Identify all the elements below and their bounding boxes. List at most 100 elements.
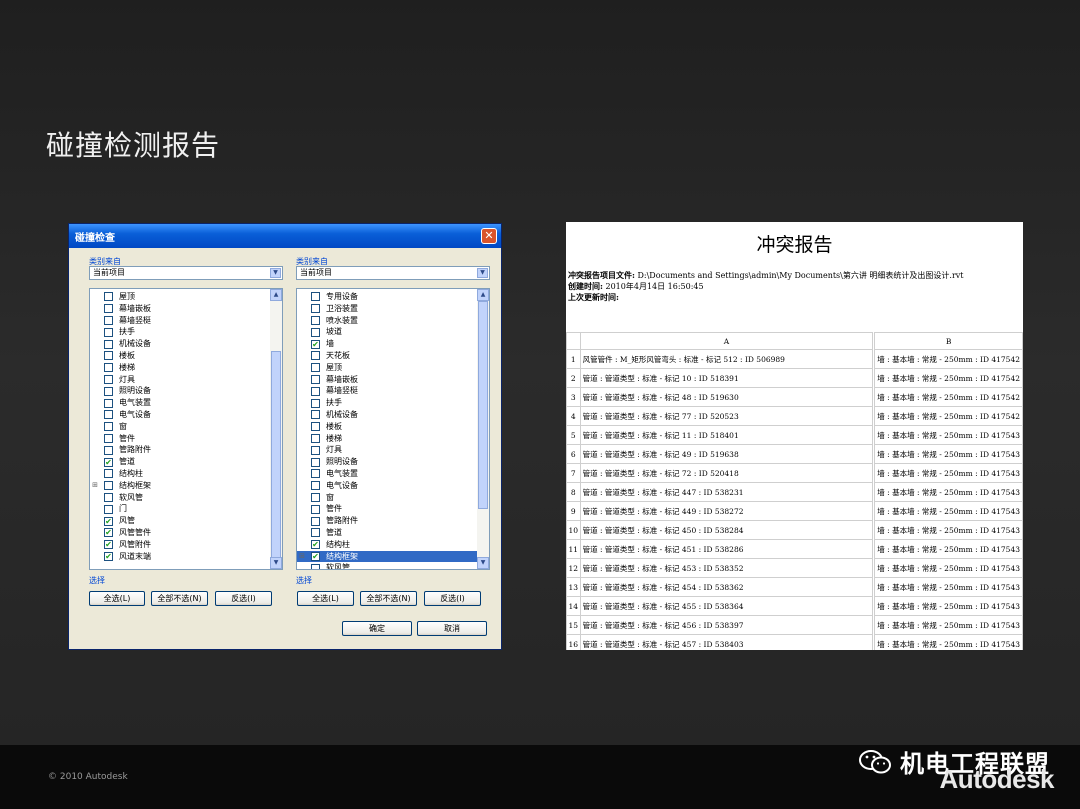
- checkbox[interactable]: [104, 422, 113, 432]
- list-item[interactable]: 管件: [90, 433, 270, 445]
- list-item[interactable]: 电气装置: [90, 397, 270, 409]
- list-item[interactable]: 管路附件: [90, 444, 270, 456]
- list-item[interactable]: 照明设备: [90, 385, 270, 397]
- checkbox[interactable]: [311, 528, 320, 538]
- list-item[interactable]: 机械设备: [90, 338, 270, 350]
- checkbox[interactable]: [311, 492, 320, 502]
- list-item[interactable]: 机械设备: [297, 409, 477, 421]
- list-item[interactable]: 电气设备: [297, 480, 477, 492]
- checkbox[interactable]: [311, 351, 320, 361]
- list-item[interactable]: 幕墙嵌板: [90, 303, 270, 315]
- checkbox[interactable]: ✔: [104, 528, 113, 538]
- checkbox[interactable]: [311, 457, 320, 467]
- list-item[interactable]: 喷水装置: [297, 315, 477, 327]
- checkbox[interactable]: [311, 469, 320, 479]
- ok-button[interactable]: 确定: [342, 621, 412, 636]
- chevron-down-icon[interactable]: ▼: [477, 268, 488, 278]
- checkbox[interactable]: [311, 363, 320, 373]
- list-item[interactable]: 灯具: [90, 374, 270, 386]
- left-select-all-button[interactable]: 全选(L): [89, 591, 145, 606]
- list-item[interactable]: 楼板: [90, 350, 270, 362]
- checkbox[interactable]: [311, 445, 320, 455]
- checkbox[interactable]: ✔: [104, 551, 113, 561]
- checkbox[interactable]: [311, 433, 320, 443]
- scroll-thumb[interactable]: [478, 301, 488, 509]
- checkbox[interactable]: ✔: [104, 540, 113, 550]
- list-item[interactable]: 屋顶: [90, 291, 270, 303]
- checkbox[interactable]: [104, 351, 113, 361]
- list-item[interactable]: 管路附件: [297, 515, 477, 527]
- scroll-down-icon[interactable]: ▼: [270, 557, 282, 569]
- checkbox[interactable]: ✔: [311, 551, 320, 561]
- list-item[interactable]: 幕墙竖梃: [297, 385, 477, 397]
- list-item[interactable]: 天花板: [297, 350, 477, 362]
- checkbox[interactable]: [311, 481, 320, 491]
- checkbox[interactable]: [104, 445, 113, 455]
- cancel-button[interactable]: 取消: [417, 621, 487, 636]
- close-icon[interactable]: ✕: [481, 228, 497, 244]
- scroll-thumb[interactable]: [271, 351, 281, 559]
- checkbox[interactable]: [104, 410, 113, 420]
- list-item[interactable]: 照明设备: [297, 456, 477, 468]
- left-invert-button[interactable]: 反选(I): [215, 591, 272, 606]
- list-item[interactable]: ✔ 墙: [297, 338, 477, 350]
- list-item[interactable]: 楼板: [297, 421, 477, 433]
- checkbox[interactable]: [311, 327, 320, 337]
- list-item[interactable]: 楼梯: [297, 433, 477, 445]
- list-item[interactable]: 幕墙嵌板: [297, 374, 477, 386]
- list-item[interactable]: 幕墙竖梃: [90, 315, 270, 327]
- expand-icon[interactable]: ⊞: [297, 551, 307, 563]
- checkbox[interactable]: [104, 339, 113, 349]
- checkbox[interactable]: [311, 292, 320, 302]
- checkbox[interactable]: [311, 504, 320, 514]
- checkbox[interactable]: [104, 304, 113, 314]
- checkbox[interactable]: [104, 504, 113, 514]
- checkbox[interactable]: [104, 315, 113, 325]
- list-item[interactable]: 扶手: [90, 326, 270, 338]
- chevron-down-icon[interactable]: ▼: [270, 268, 281, 278]
- right-select-none-button[interactable]: 全部不选(N): [360, 591, 417, 606]
- left-category-list[interactable]: 屋顶 幕墙嵌板 幕墙竖梃 扶手 机械设备 楼板 楼梯 灯具 照明设备 电气装置 电气设备窗管件 管路附…: [89, 288, 283, 570]
- right-invert-button[interactable]: 反选(I): [424, 591, 481, 606]
- checkbox[interactable]: [104, 433, 113, 443]
- list-item[interactable]: ⊞ ✔ 结构框架: [297, 550, 477, 563]
- list-item[interactable]: ✔ 风管: [90, 515, 270, 527]
- dialog-titlebar[interactable]: 碰撞检查 ✕: [69, 224, 501, 248]
- list-item[interactable]: 管道: [297, 527, 477, 539]
- list-item[interactable]: 专用设备: [297, 291, 477, 303]
- list-item[interactable]: 扶手: [297, 397, 477, 409]
- list-item[interactable]: ✔ 风管管件: [90, 527, 270, 539]
- checkbox[interactable]: [311, 563, 320, 569]
- list-item[interactable]: 门: [90, 503, 270, 515]
- checkbox[interactable]: [104, 398, 113, 408]
- list-item[interactable]: ✔ 管道: [90, 456, 270, 468]
- list-item[interactable]: ✔ 风管附件: [90, 539, 270, 551]
- list-item[interactable]: 软风管: [297, 562, 477, 569]
- checkbox[interactable]: [104, 492, 113, 502]
- list-item[interactable]: ✔ 风道末端: [90, 551, 270, 563]
- checkbox[interactable]: [311, 374, 320, 384]
- list-item[interactable]: ✔ 结构柱: [297, 539, 477, 551]
- checkbox[interactable]: [311, 315, 320, 325]
- checkbox[interactable]: [104, 363, 113, 373]
- checkbox[interactable]: [311, 410, 320, 420]
- list-item[interactable]: 电气装置: [297, 468, 477, 480]
- checkbox[interactable]: ✔: [311, 339, 320, 349]
- checkbox[interactable]: [104, 327, 113, 337]
- right-category-list[interactable]: 专用设备 卫浴装置 喷水装置 坡道 ✔ 墙天花板 屋顶 幕墙嵌板 幕墙竖梃 扶手 机械设备 楼板 楼梯灯…: [296, 288, 490, 570]
- right-source-select[interactable]: 当前项目 ▼: [296, 266, 490, 280]
- right-select-all-button[interactable]: 全选(L): [297, 591, 354, 606]
- expand-icon[interactable]: ⊞: [90, 480, 100, 492]
- list-item[interactable]: 窗: [90, 421, 270, 433]
- checkbox[interactable]: [311, 516, 320, 526]
- checkbox[interactable]: ✔: [104, 516, 113, 526]
- list-item[interactable]: 坡道: [297, 326, 477, 338]
- left-scrollbar[interactable]: ▲ ▼: [270, 289, 282, 569]
- checkbox[interactable]: [311, 398, 320, 408]
- list-item[interactable]: 卫浴装置: [297, 303, 477, 315]
- list-item[interactable]: 楼梯: [90, 362, 270, 374]
- scroll-up-icon[interactable]: ▲: [270, 289, 282, 301]
- checkbox[interactable]: [104, 469, 113, 479]
- checkbox[interactable]: [104, 374, 113, 384]
- checkbox[interactable]: [311, 386, 320, 396]
